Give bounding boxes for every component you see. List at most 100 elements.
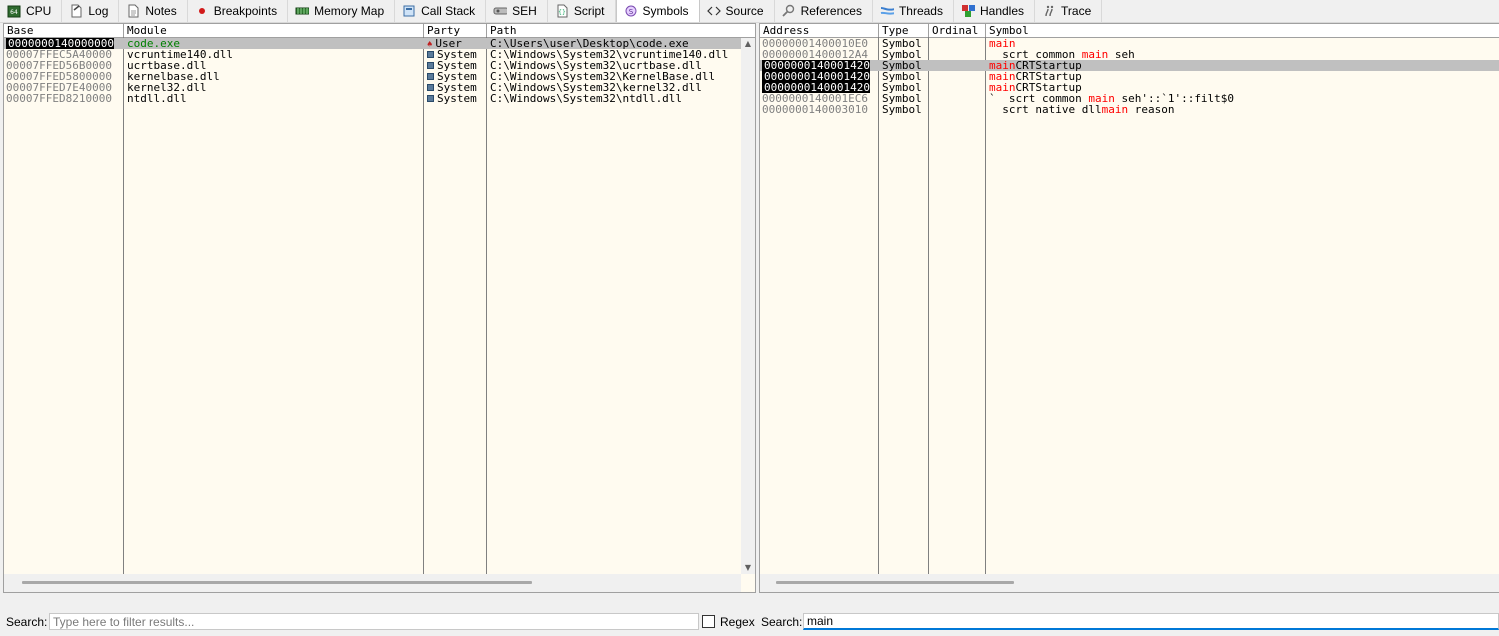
search-match-highlight: main <box>1088 93 1115 104</box>
system-icon <box>427 84 434 91</box>
address-cell: 0000000140003010 <box>760 104 878 115</box>
search-match-highlight: main <box>989 60 1016 71</box>
symbol-type: Symbol <box>882 71 922 82</box>
tab-call-stack[interactable]: Call Stack <box>395 0 487 22</box>
tab-script[interactable]: {} Script <box>547 0 616 22</box>
regex-checkbox[interactable] <box>702 615 715 628</box>
horizontal-scrollbar[interactable] <box>760 574 1499 592</box>
base-address: 00007FFED5800000 <box>6 71 112 82</box>
party-cell: System <box>424 71 486 82</box>
address-cell: 0000000140001420 <box>760 71 878 82</box>
vertical-scrollbar[interactable]: ▲ ▼ <box>741 38 755 574</box>
base-address: 00007FFED7E40000 <box>6 82 112 93</box>
scroll-down-arrow-icon[interactable]: ▼ <box>741 562 755 574</box>
column-header-ordinal[interactable]: Ordinal <box>929 24 986 37</box>
tab-memory-map[interactable]: Memory Map <box>288 0 396 22</box>
tab-breakpoints[interactable]: Breakpoints <box>187 0 289 22</box>
tab-references[interactable]: References <box>774 0 873 22</box>
tab-log[interactable]: Log <box>62 0 120 22</box>
script-icon: {} <box>555 4 569 18</box>
modules-rows: 0000000140000000 code.exe ♠ User C:\Users\us… <box>4 38 755 104</box>
base-address-cell: 00007FFED7E40000 <box>4 82 123 93</box>
symbols-icon: S <box>624 4 638 18</box>
table-row[interactable]: 00000001400012A4 Symbol __scrt_common_main… <box>760 49 1499 60</box>
table-row[interactable]: 0000000140003010 Symbol __scrt_native_dllm… <box>760 104 1499 115</box>
tab-threads[interactable]: Threads <box>872 0 954 22</box>
tab-label: Handles <box>979 4 1025 18</box>
system-icon <box>427 62 434 69</box>
party-cell: System <box>424 60 486 71</box>
base-address-cell: 00007FFEC5A40000 <box>4 49 123 60</box>
module-name: vcruntime140.dll <box>127 49 233 60</box>
symbol-name-suffix: CRTStartup <box>1015 82 1082 93</box>
search-label: Search: <box>6 615 48 629</box>
seh-icon <box>493 4 508 18</box>
symbol-name-suffix: CRTStartup <box>1015 71 1082 82</box>
symbol-name-suffix: _seh <box>1108 49 1135 60</box>
tab-label: Notes <box>145 4 177 18</box>
table-row[interactable]: 00007FFED7E40000 kernel32.dll System C:\Win… <box>4 82 755 93</box>
column-divider <box>123 37 124 592</box>
base-address: 00007FFEC5A40000 <box>6 49 112 60</box>
system-icon <box>427 95 434 102</box>
table-row[interactable]: 0000000140001420 Symbol mainCRTStartup <box>760 60 1499 71</box>
column-header-module[interactable]: Module <box>124 24 424 37</box>
tab-cpu[interactable]: 64 CPU <box>0 0 63 22</box>
call-stack-icon <box>402 4 416 18</box>
tab-seh[interactable]: SEH <box>486 0 548 22</box>
symbol-ordinal <box>929 93 985 104</box>
table-row[interactable]: 00007FFED5800000 kernelbase.dll System C:\W… <box>4 71 755 82</box>
base-address: 0000000140000000 <box>6 38 114 49</box>
symbol-type: Symbol <box>882 38 922 49</box>
horizontal-scroll-thumb[interactable] <box>776 581 1014 584</box>
tab-bar: 64 CPU Log Notes Breakpoints Memory Map Call S… <box>0 0 1499 23</box>
table-row[interactable]: 00007FFED8210000 ntdll.dll System C:\Window… <box>4 93 755 104</box>
horizontal-scroll-thumb[interactable] <box>22 581 532 584</box>
column-header-symbol[interactable]: Symbol <box>986 24 1499 37</box>
column-header-address[interactable]: Address <box>760 24 879 37</box>
tab-trace[interactable]: Trace <box>1035 0 1103 22</box>
party-cell: System <box>424 82 486 93</box>
modules-list[interactable]: Base Module Party Path 0000000140000000 c… <box>3 23 756 593</box>
symbol-name: __scrt_common_main_seh <box>986 49 1496 60</box>
table-row[interactable]: 00000001400010E0 Symbol main <box>760 38 1499 49</box>
party-cell: ♠ User <box>424 38 486 49</box>
table-row[interactable]: 00007FFED56B0000 ucrtbase.dll System C:\Win… <box>4 60 755 71</box>
tab-symbols[interactable]: S Symbols <box>615 0 700 22</box>
column-divider <box>928 37 929 592</box>
tab-notes[interactable]: Notes <box>119 0 188 22</box>
symbols-list[interactable]: Address Type Ordinal Symbol 000000014000… <box>759 23 1499 593</box>
regex-label: Regex <box>720 615 755 629</box>
column-header-path[interactable]: Path <box>487 24 741 37</box>
scroll-up-arrow-icon[interactable]: ▲ <box>741 38 755 50</box>
column-header-base[interactable]: Base <box>4 24 124 37</box>
base-address: 00007FFED8210000 <box>6 93 112 104</box>
party-value: System <box>437 93 477 104</box>
svg-text:S: S <box>628 8 633 16</box>
modules-search-input[interactable] <box>49 613 699 630</box>
trace-icon <box>1042 4 1056 18</box>
symbols-search-input[interactable] <box>803 613 1499 630</box>
horizontal-scrollbar[interactable] <box>4 574 741 592</box>
tab-handles[interactable]: Handles <box>953 0 1036 22</box>
table-row[interactable]: 0000000140001420 Symbol mainCRTStartup <box>760 82 1499 93</box>
symbols-header: Address Type Ordinal Symbol <box>760 24 1499 38</box>
table-row[interactable]: 0000000140001420 Symbol mainCRTStartup <box>760 71 1499 82</box>
table-row[interactable]: 00007FFEC5A40000 vcruntime140.dll System C:… <box>4 49 755 60</box>
module-name: kernelbase.dll <box>127 71 220 82</box>
tab-label: Trace <box>1061 4 1092 18</box>
symbol-name: mainCRTStartup <box>986 71 1496 82</box>
column-header-type[interactable]: Type <box>879 24 929 37</box>
column-header-party[interactable]: Party <box>424 24 487 37</box>
table-row[interactable]: 0000000140001EC6 Symbol `__scrt_common_mai… <box>760 93 1499 104</box>
column-divider <box>423 37 424 592</box>
system-icon <box>427 73 434 80</box>
search-match-highlight: main <box>989 38 1016 49</box>
symbol-ordinal <box>929 60 985 71</box>
symbol-name: __scrt_native_dllmain_reason <box>986 104 1496 115</box>
system-icon <box>427 51 434 58</box>
tab-label: CPU <box>26 4 52 18</box>
notes-icon <box>126 4 140 18</box>
table-row[interactable]: 0000000140000000 code.exe ♠ User C:\Users\us… <box>4 38 755 49</box>
tab-source[interactable]: Source <box>699 0 775 22</box>
